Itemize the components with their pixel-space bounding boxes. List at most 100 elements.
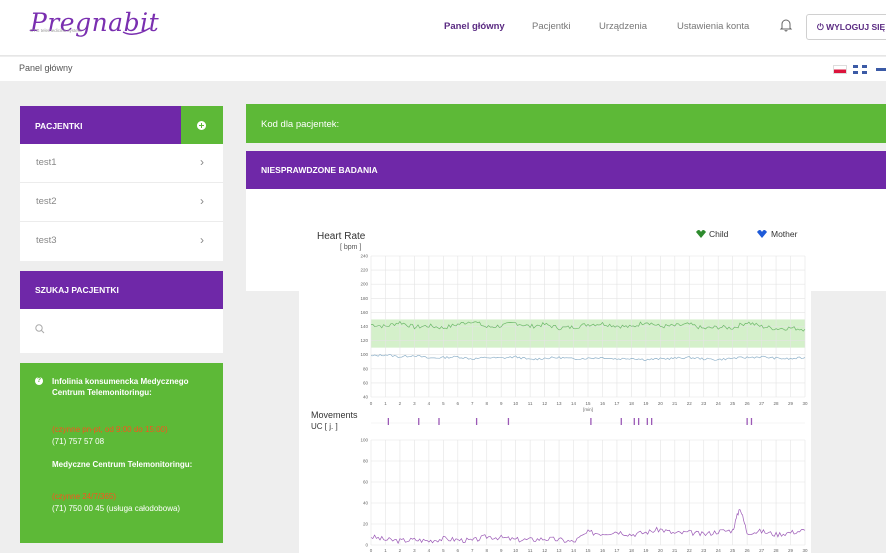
hr-x-tick-label: 0 bbox=[370, 401, 373, 406]
helpline-info-panel: ? Infolinia konsumencka Medycznego Centr… bbox=[20, 363, 223, 543]
patients-panel-header: PACJENTKI bbox=[20, 106, 223, 144]
hr-x-tick-label: 25 bbox=[730, 401, 736, 406]
gb-flag-icon[interactable] bbox=[853, 65, 867, 74]
hr-x-tick-label: 22 bbox=[687, 401, 693, 406]
top-navbar: Pregnabit CTG telemedicine system Panel … bbox=[0, 0, 886, 56]
plus-circle-icon bbox=[197, 121, 206, 130]
hr-x-tick-label: 29 bbox=[788, 401, 794, 406]
center-phone: (71) 750 00 45 (usługa całodobowa) bbox=[52, 504, 181, 513]
patient-item[interactable]: test1 › bbox=[20, 144, 223, 183]
legend-child: Child bbox=[709, 229, 729, 239]
hr-x-tick-label: 14 bbox=[571, 401, 577, 406]
logo-swoosh-icon bbox=[122, 27, 151, 35]
uc-x-tick-label: 8 bbox=[485, 548, 488, 553]
breadcrumb: Panel główny bbox=[19, 63, 73, 73]
nav-patients[interactable]: Pacjentki bbox=[532, 21, 571, 32]
hr-x-tick-label: 24 bbox=[716, 401, 722, 406]
hr-y-tick-label: 220 bbox=[360, 268, 368, 273]
uc-x-tick-label: 29 bbox=[788, 548, 794, 553]
patient-item[interactable]: test2 › bbox=[20, 183, 223, 222]
uc-x-tick-label: 21 bbox=[672, 548, 678, 553]
uc-y-tick-label: 40 bbox=[363, 501, 369, 506]
center-hours: (czynne 24/7/365) bbox=[52, 492, 117, 501]
uc-x-tick-label: 6 bbox=[457, 548, 460, 553]
helpline-hours: (czynne pn-pt, od 9:00 do 15:00) bbox=[52, 425, 168, 434]
uc-x-tick-label: 23 bbox=[701, 548, 707, 553]
uc-label: UC [ j. ] bbox=[311, 422, 338, 431]
uc-y-tick-label: 80 bbox=[363, 459, 369, 464]
hr-x-tick-label: 20 bbox=[658, 401, 664, 406]
uc-x-tick-label: 30 bbox=[802, 548, 808, 553]
hr-x-tick-label: 5 bbox=[442, 401, 445, 406]
uc-x-tick-label: 24 bbox=[716, 548, 722, 553]
chevron-right-icon: › bbox=[200, 194, 204, 208]
search-icon bbox=[35, 324, 45, 334]
helpline-phone: (71) 757 57 08 bbox=[52, 437, 105, 446]
hr-y-tick-label: 200 bbox=[360, 282, 368, 287]
hr-x-tick-label: 23 bbox=[701, 401, 707, 406]
pl-flag-icon[interactable] bbox=[833, 65, 847, 74]
uc-x-tick-label: 4 bbox=[428, 548, 431, 553]
hr-x-tick-label: 30 bbox=[802, 401, 808, 406]
hr-y-tick-label: 120 bbox=[360, 338, 368, 343]
legend-mother: Mother bbox=[771, 229, 798, 239]
hr-x-tick-label: 9 bbox=[500, 401, 503, 406]
mother-heart-icon bbox=[757, 230, 767, 238]
hr-x-axis-label: [min] bbox=[583, 407, 593, 412]
hr-x-tick-label: 16 bbox=[600, 401, 606, 406]
nav-dashboard[interactable]: Panel główny bbox=[444, 21, 505, 32]
hr-x-tick-label: 7 bbox=[471, 401, 474, 406]
uc-y-tick-label: 0 bbox=[365, 543, 368, 548]
hr-x-tick-label: 28 bbox=[774, 401, 780, 406]
uc-x-tick-label: 9 bbox=[500, 548, 503, 553]
uc-x-tick-label: 13 bbox=[557, 548, 563, 553]
uc-x-tick-label: 5 bbox=[442, 548, 445, 553]
hr-x-tick-label: 8 bbox=[485, 401, 488, 406]
hr-x-tick-label: 1 bbox=[384, 401, 387, 406]
hr-x-tick-label: 4 bbox=[428, 401, 431, 406]
patient-name: test1 bbox=[36, 157, 57, 168]
hr-x-tick-label: 17 bbox=[614, 401, 620, 406]
uc-x-tick-label: 22 bbox=[687, 548, 693, 553]
hr-y-tick-label: 160 bbox=[360, 310, 368, 315]
patient-name: test3 bbox=[36, 235, 57, 246]
nav-account-settings[interactable]: Ustawienia konta bbox=[677, 21, 749, 32]
hr-y-tick-label: 60 bbox=[363, 380, 369, 385]
uc-x-tick-label: 10 bbox=[513, 548, 519, 553]
bell-icon[interactable] bbox=[778, 17, 794, 33]
hr-x-tick-label: 12 bbox=[542, 401, 548, 406]
add-patient-button[interactable] bbox=[181, 106, 223, 144]
hr-y-tick-label: 100 bbox=[360, 352, 368, 357]
movements-label: Movements bbox=[311, 410, 358, 420]
chevron-right-icon: › bbox=[200, 155, 204, 169]
nav-devices[interactable]: Urządzenia bbox=[599, 21, 647, 32]
uc-x-tick-label: 12 bbox=[542, 548, 548, 553]
hr-x-tick-label: 10 bbox=[513, 401, 519, 406]
uc-x-tick-label: 27 bbox=[759, 548, 765, 553]
hr-x-tick-label: 27 bbox=[759, 401, 765, 406]
hr-x-tick-label: 3 bbox=[413, 401, 416, 406]
uc-x-tick-label: 11 bbox=[528, 548, 533, 553]
hr-y-tick-label: 240 bbox=[360, 254, 368, 259]
uc-x-tick-label: 3 bbox=[413, 548, 416, 553]
patient-name: test2 bbox=[36, 196, 57, 207]
patients-list: test1 › test2 › test3 › bbox=[20, 144, 223, 261]
uc-x-tick-label: 14 bbox=[571, 548, 577, 553]
search-input[interactable] bbox=[20, 309, 223, 353]
hr-x-tick-label: 18 bbox=[629, 401, 635, 406]
heart-rate-title: Heart Rate bbox=[317, 231, 366, 242]
hr-y-tick-label: 80 bbox=[363, 366, 369, 371]
breadcrumb-bar: Panel główny bbox=[0, 57, 886, 81]
uc-y-tick-label: 60 bbox=[363, 480, 369, 485]
uc-x-tick-label: 0 bbox=[370, 548, 373, 553]
language-more-icon[interactable] bbox=[876, 68, 886, 71]
logout-button[interactable]: ⏻ WYLOGUJ SIĘ bbox=[806, 14, 886, 40]
hr-x-tick-label: 2 bbox=[399, 401, 402, 406]
patient-item[interactable]: test3 › bbox=[20, 222, 223, 261]
uc-x-tick-label: 19 bbox=[643, 548, 649, 553]
uc-x-tick-label: 25 bbox=[730, 548, 736, 553]
unchecked-tests-header: NIESPRAWDZONE BADANIA bbox=[246, 151, 886, 189]
search-patient-header: SZUKAJ PACJENTKI bbox=[20, 271, 223, 309]
hr-x-tick-label: 15 bbox=[585, 401, 591, 406]
uc-x-tick-label: 16 bbox=[600, 548, 606, 553]
